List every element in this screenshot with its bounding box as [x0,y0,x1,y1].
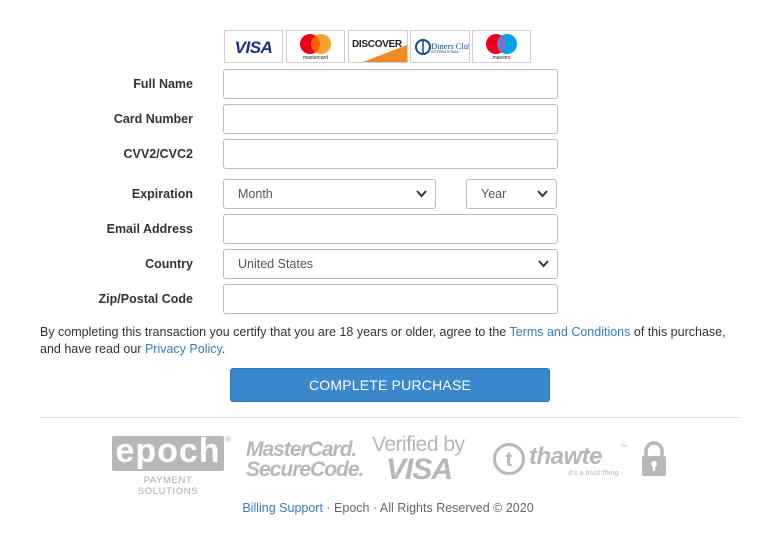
chevron-down-icon [416,190,427,198]
thawte-tagline: It's a trust thing [568,468,619,477]
country-label: Country [145,257,193,271]
diners-club-logo: Diners Club INTERNATIONAL [410,30,470,63]
verified-by-visa-badge: Verified by VISA [372,433,472,487]
full-name-label: Full Name [133,77,193,91]
cvv-label: CVV2/CVC2 [123,147,193,161]
expiration-year-value: Year [481,187,507,201]
diners-club-circle-icon [415,39,431,55]
full-name-input[interactable] [223,69,558,99]
expiration-month-select[interactable]: Month [223,179,436,209]
card-number-label: Card Number [113,112,193,126]
zip-label: Zip/Postal Code [98,292,193,306]
complete-purchase-button[interactable]: COMPLETE PURCHASE [230,368,550,402]
visa-badge-text: VISA [386,453,453,486]
footer-copyright: · Epoch · All Rights Reserved © 2020 [322,501,534,515]
country-value: United States [238,257,314,271]
thawte-badge: t thawte ™ It's a trust thing [492,440,668,480]
expiration-year-select[interactable]: Year [466,179,557,209]
terms-statement: By completing this transaction you certi… [40,324,740,358]
expiration-label: Expiration [131,187,193,201]
epoch-logo-subtext: PAYMENT SOLUTIONS [137,475,199,497]
divider [40,417,740,418]
mastercard-logo-text: mastercard [302,55,328,61]
svg-text:t: t [506,449,513,471]
epoch-badge: epoch ® PAYMENT SOLUTIONS [112,432,232,497]
epoch-logo-text: epoch [115,432,221,470]
thawte-seal-icon: t [493,443,525,475]
email-input[interactable] [223,214,558,244]
email-label: Email Address [106,222,193,236]
diners-club-logo-subtext: INTERNATIONAL [431,50,459,54]
discover-swoosh-icon [363,45,407,62]
privacy-policy-link[interactable]: Privacy Policy [145,342,222,356]
footer: Billing Support · Epoch · All Rights Res… [0,501,776,515]
mastercard-securecode-badge: MasterCard. SecureCode. [246,438,364,482]
terms-suffix: . [221,342,226,356]
padlock-icon [642,441,666,476]
chevron-down-icon [537,190,548,198]
mastercard-logo: mastercard [286,30,345,63]
expiration-month-value: Month [238,187,273,201]
billing-support-link[interactable]: Billing Support [242,501,323,515]
thawte-logo-text: thawte [529,443,603,470]
epoch-logo-box: epoch [112,432,224,471]
discover-logo: DISCOVER [348,30,408,63]
maestro-logo: maestro [472,30,531,63]
zip-input[interactable] [223,284,558,314]
terms-prefix: By completing this transaction you certi… [40,325,510,339]
visa-logo-text: VISA [234,38,273,57]
visa-logo: VISA [224,30,283,63]
trademark-icon: ™ [620,444,627,451]
chevron-down-icon [538,260,549,268]
cvv-input[interactable] [223,139,558,169]
country-select[interactable]: United States [223,249,558,279]
card-number-input[interactable] [223,104,558,134]
maestro-logo-text: maestro [492,55,511,61]
terms-and-conditions-link[interactable]: Terms and Conditions [509,325,630,339]
mastercard-securecode-line2: SecureCode. [246,458,364,481]
registered-mark-icon: ® [225,435,231,444]
